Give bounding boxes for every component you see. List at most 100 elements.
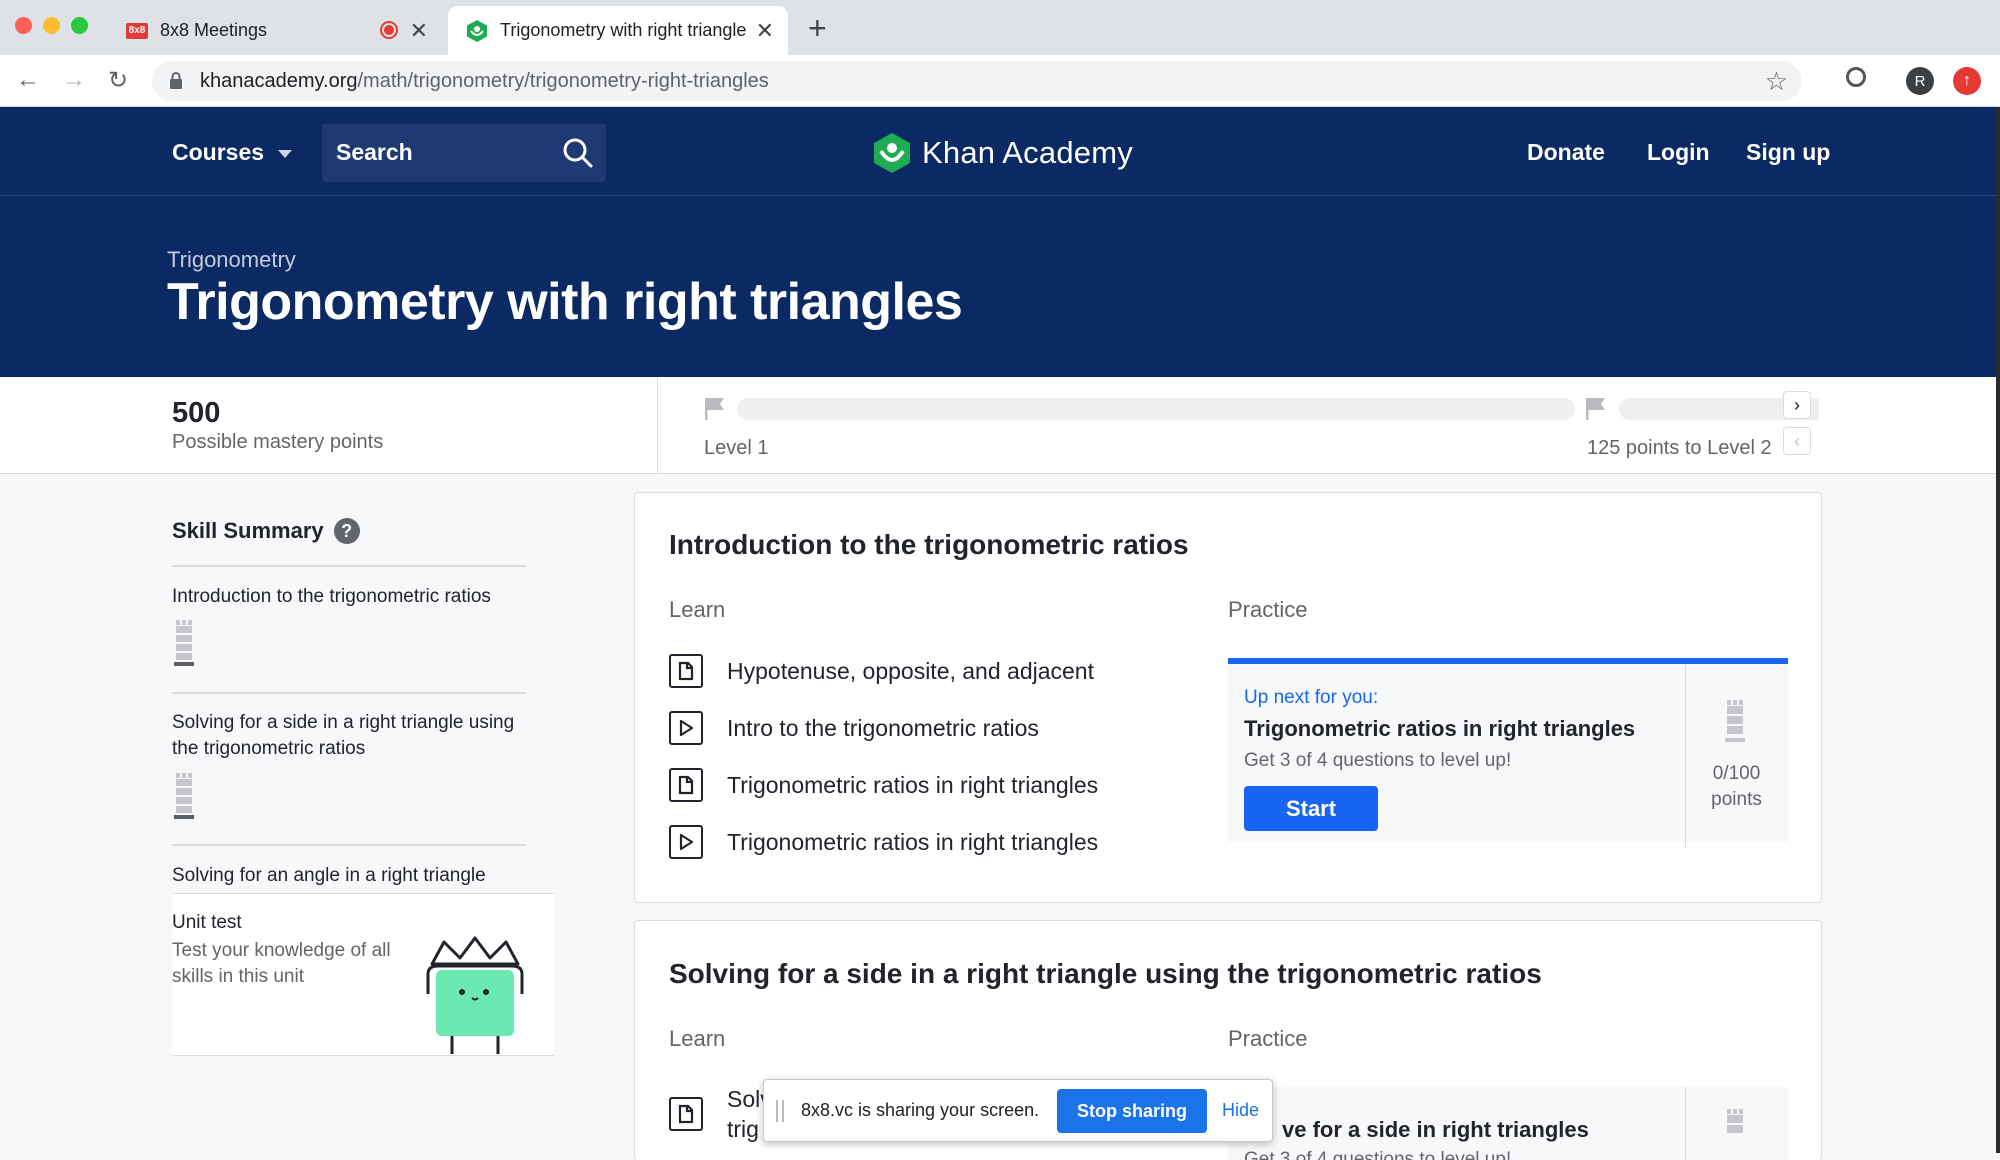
points-unit: points xyxy=(1711,789,1762,810)
mastery-bar: 500 Possible mastery points Level 1 125 … xyxy=(0,377,2000,474)
drag-handle-icon[interactable] xyxy=(776,1100,784,1122)
learn-label: Learn xyxy=(669,1026,726,1051)
recording-icon xyxy=(380,21,398,39)
back-arrow-icon[interactable]: ← xyxy=(16,66,40,94)
practice-title[interactable]: ve for a side in right triangles xyxy=(1282,1117,1589,1143)
browser-toolbar: ← → ↻ khanacademy.org/math/trigonometry/… xyxy=(0,55,2000,107)
scroll-left-button[interactable]: ‹ xyxy=(1783,427,1811,455)
window-minimize-button[interactable] xyxy=(43,17,60,34)
new-tab-icon[interactable]: + xyxy=(808,10,827,47)
search-input[interactable]: Search xyxy=(322,124,606,182)
points-value: 0/100 xyxy=(1712,763,1761,784)
close-tab-icon[interactable]: ✕ xyxy=(410,18,428,44)
practice-subtitle: Get 3 of 4 questions to level up! xyxy=(1244,1149,1512,1160)
practice-card: ve for a side in right triangles Get 3 o… xyxy=(1228,1087,1788,1160)
mastery-points-label: Possible mastery points xyxy=(172,431,384,453)
lesson-video-intro-trig-ratios[interactable]: Intro to the trigonometric ratios xyxy=(669,711,1039,745)
article-icon xyxy=(669,654,703,688)
mastery-tower-icon xyxy=(174,620,194,666)
mastery-tower-icon xyxy=(1727,1109,1743,1133)
update-icon[interactable]: ↑ xyxy=(1953,67,1981,95)
logo-text: Khan Academy xyxy=(922,135,1133,170)
up-next-label: Up next for you: xyxy=(1244,687,1379,708)
sidebar-divider xyxy=(172,844,526,846)
profile-avatar[interactable]: R xyxy=(1906,67,1934,95)
reload-icon[interactable]: ↻ xyxy=(108,66,128,95)
practice-title[interactable]: Trigonometric ratios in right triangles xyxy=(1244,716,1635,742)
section-title: Introduction to the trigonometric ratios xyxy=(669,529,1189,560)
stop-sharing-button[interactable]: Stop sharing xyxy=(1057,1089,1207,1133)
header-divider xyxy=(0,195,2000,196)
lesson-article-solve-side[interactable]: Solv trig xyxy=(669,1084,772,1144)
search-icon[interactable] xyxy=(562,137,594,169)
donate-link[interactable]: Donate xyxy=(1527,139,1605,166)
lesson-article-trig-ratios[interactable]: Trigonometric ratios in right triangles xyxy=(669,768,1098,802)
mastery-points: 500 xyxy=(172,397,221,429)
forward-arrow-icon[interactable]: → xyxy=(62,66,86,94)
sidebar-divider xyxy=(172,692,526,694)
level-1-progress-track xyxy=(737,398,1575,420)
article-icon xyxy=(669,1097,703,1131)
section-title: Solving for a side in a right triangle u… xyxy=(669,958,1542,989)
khan-academy-logo[interactable]: Khan Academy xyxy=(872,131,1133,175)
tab-title: 8x8 Meetings xyxy=(160,20,268,40)
search-placeholder: Search xyxy=(336,139,413,165)
browser-tab-bar: 8x8 8x8 Meetings ✕ Trigonometry with rig… xyxy=(0,0,2000,55)
help-icon[interactable]: ? xyxy=(333,518,360,544)
sidebar-item-solving-side[interactable]: Solving for a side in a right triangle u… xyxy=(172,710,542,762)
close-tab-icon[interactable]: ✕ xyxy=(756,18,774,44)
article-icon xyxy=(669,768,703,802)
mastery-tower-icon xyxy=(174,773,194,819)
unit-test-description: Test your knowledge of all skills in thi… xyxy=(172,940,391,987)
url-text: khanacademy.org/math/trigonometry/trigon… xyxy=(200,70,769,93)
sidebar-item-intro-trig-ratios[interactable]: Introduction to the trigonometric ratios xyxy=(172,584,532,610)
start-button[interactable]: Start xyxy=(1244,786,1378,831)
unit-test-card[interactable]: Unit test Test your knowledge of all ski… xyxy=(172,893,554,1056)
site-header: Courses Search Khan Academy Donate Login… xyxy=(0,107,2000,377)
page-title: Trigonometry with right triangles xyxy=(167,273,963,331)
url-path: /math/trigonometry/trigonometry-right-tr… xyxy=(357,70,769,92)
login-link[interactable]: Login xyxy=(1647,139,1710,166)
lesson-title: Trigonometric ratios in right triangles xyxy=(727,828,1099,855)
play-icon xyxy=(669,825,703,859)
skill-summary-title: Skill Summary xyxy=(172,518,324,543)
lesson-video-trig-ratios[interactable]: Trigonometric ratios in right triangles xyxy=(669,825,1098,859)
practice-divider xyxy=(1685,1087,1686,1160)
level-flag-icon xyxy=(705,398,724,420)
skill-summary-heading: Skill Summary ? xyxy=(172,518,360,544)
screen-share-notification: 8x8.vc is sharing your screen. Stop shar… xyxy=(763,1079,1273,1142)
address-bar[interactable]: khanacademy.org/math/trigonometry/trigon… xyxy=(152,61,1802,101)
level-flag-icon xyxy=(1586,398,1605,420)
mastery-tower-icon xyxy=(1725,700,1745,742)
lesson-article-hypotenuse[interactable]: Hypotenuse, opposite, and adjacent xyxy=(669,654,1094,688)
tab-khan-academy[interactable]: Trigonometry with right triangle ✕ xyxy=(448,6,788,55)
lesson-title: Intro to the trigonometric ratios xyxy=(727,714,1039,741)
lock-icon xyxy=(170,72,182,89)
learn-label: Learn xyxy=(669,597,726,622)
url-domain: khanacademy.org xyxy=(200,70,358,92)
khan-academy-favicon-icon xyxy=(467,19,487,42)
sidebar-item-solving-angle[interactable]: Solving for an angle in a right triangle xyxy=(172,863,532,889)
play-icon xyxy=(669,711,703,745)
extension-icon[interactable] xyxy=(1846,67,1866,87)
courses-menu[interactable]: Courses xyxy=(172,139,293,166)
practice-up-next-card: Up next for you: Trigonometric ratios in… xyxy=(1228,658,1788,848)
hide-button[interactable]: Hide xyxy=(1222,1100,1259,1121)
unit-test-mascot-icon xyxy=(426,936,524,1054)
8x8-favicon-icon: 8x8 xyxy=(126,22,148,39)
tab-8x8-meetings[interactable]: 8x8 8x8 Meetings ✕ xyxy=(112,6,442,55)
breadcrumb[interactable]: Trigonometry xyxy=(167,247,296,273)
khan-academy-logo-icon xyxy=(874,133,910,173)
signup-link[interactable]: Sign up xyxy=(1746,139,1830,166)
section-card-intro-trig-ratios: Introduction to the trigonometric ratios… xyxy=(634,492,1822,903)
practice-label: Practice xyxy=(1228,1026,1308,1051)
scroll-right-button[interactable]: › xyxy=(1783,391,1811,419)
next-level-label: 125 points to Level 2 xyxy=(1587,437,1772,459)
window-close-button[interactable] xyxy=(15,17,32,34)
lesson-title: Hypotenuse, opposite, and adjacent xyxy=(727,657,1094,684)
courses-label: Courses xyxy=(172,139,265,165)
tab-title: Trigonometry with right triangle xyxy=(500,20,747,40)
bookmark-star-icon[interactable]: ☆ xyxy=(1765,66,1788,97)
window-zoom-button[interactable] xyxy=(71,17,88,34)
practice-subtitle: Get 3 of 4 questions to level up! xyxy=(1244,750,1512,771)
